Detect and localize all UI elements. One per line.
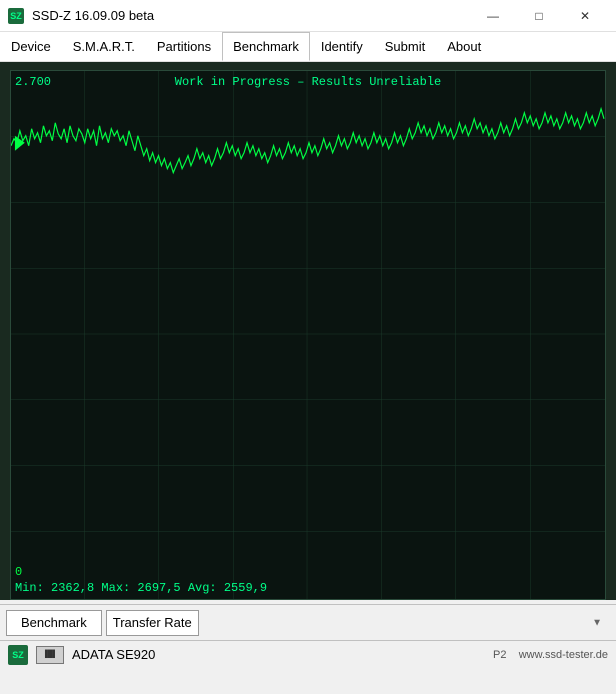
menu-smart[interactable]: S.M.A.R.T. — [62, 32, 146, 61]
benchmark-chart: 2.700 Work in Progress – Results Unrelia… — [10, 70, 606, 600]
device-name: ADATA SE920 — [72, 647, 485, 662]
minimize-button[interactable]: — — [470, 0, 516, 32]
menu-device[interactable]: Device — [0, 32, 62, 61]
window-title: SSD-Z 16.09.09 beta — [32, 8, 470, 23]
menu-submit[interactable]: Submit — [374, 32, 436, 61]
website-link: www.ssd-tester.de — [519, 649, 608, 661]
status-bar: SZ ▐█▌ ADATA SE920 P2 www.ssd-tester.de — [0, 640, 616, 668]
device-icon: ▐█▌ — [36, 646, 64, 664]
page-info: P2 www.ssd-tester.de — [493, 649, 608, 661]
menu-partitions[interactable]: Partitions — [146, 32, 222, 61]
menu-identify[interactable]: Identify — [310, 32, 374, 61]
page-number: P2 — [493, 649, 506, 661]
app-icon: SZ — [8, 8, 24, 24]
transfer-rate-select[interactable]: Transfer Rate Access Time IOPS — [106, 610, 199, 636]
chart-container: 2.700 Work in Progress – Results Unrelia… — [0, 62, 616, 600]
menu-about[interactable]: About — [436, 32, 492, 61]
menu-benchmark[interactable]: Benchmark — [222, 32, 310, 61]
chart-stats: Min: 2362,8 Max: 2697,5 Avg: 2559,9 — [15, 581, 267, 595]
chart-work-in-progress: Work in Progress – Results Unreliable — [175, 75, 441, 89]
window-controls: — □ ✕ — [470, 0, 608, 32]
maximize-button[interactable]: □ — [516, 0, 562, 32]
chart-max-value: 2.700 — [15, 75, 51, 89]
chart-svg — [11, 71, 605, 599]
menu-bar: Device S.M.A.R.T. Partitions Benchmark I… — [0, 32, 616, 62]
status-app-icon: SZ — [8, 645, 28, 665]
transfer-rate-wrapper: Transfer Rate Access Time IOPS — [106, 610, 610, 636]
benchmark-button[interactable]: Benchmark — [6, 610, 102, 636]
close-button[interactable]: ✕ — [562, 0, 608, 32]
title-bar: SZ SSD-Z 16.09.09 beta — □ ✕ — [0, 0, 616, 32]
chart-zero-label: 0 — [15, 565, 22, 579]
controls-bar: Benchmark Transfer Rate Access Time IOPS — [0, 604, 616, 640]
